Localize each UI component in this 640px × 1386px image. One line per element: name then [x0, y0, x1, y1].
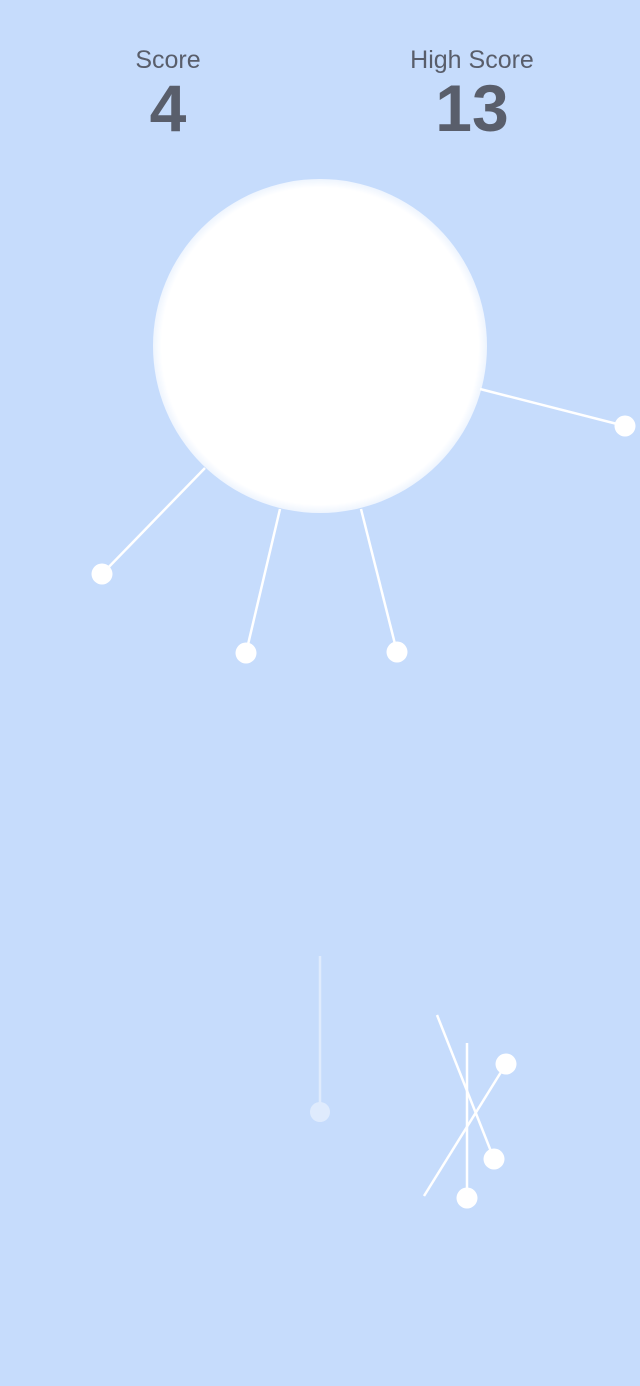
target-wheel [153, 179, 487, 513]
stuck-pin [235, 508, 282, 664]
stuck-pin [359, 508, 408, 663]
queued-pin [422, 1053, 517, 1197]
queued-pin [456, 1043, 478, 1209]
game-board[interactable] [0, 0, 640, 1386]
stuck-pin [479, 387, 636, 437]
queued-pin [435, 1014, 505, 1170]
queued-pins [422, 1014, 517, 1209]
next-pin[interactable] [310, 956, 330, 1122]
stuck-pin [91, 467, 206, 585]
